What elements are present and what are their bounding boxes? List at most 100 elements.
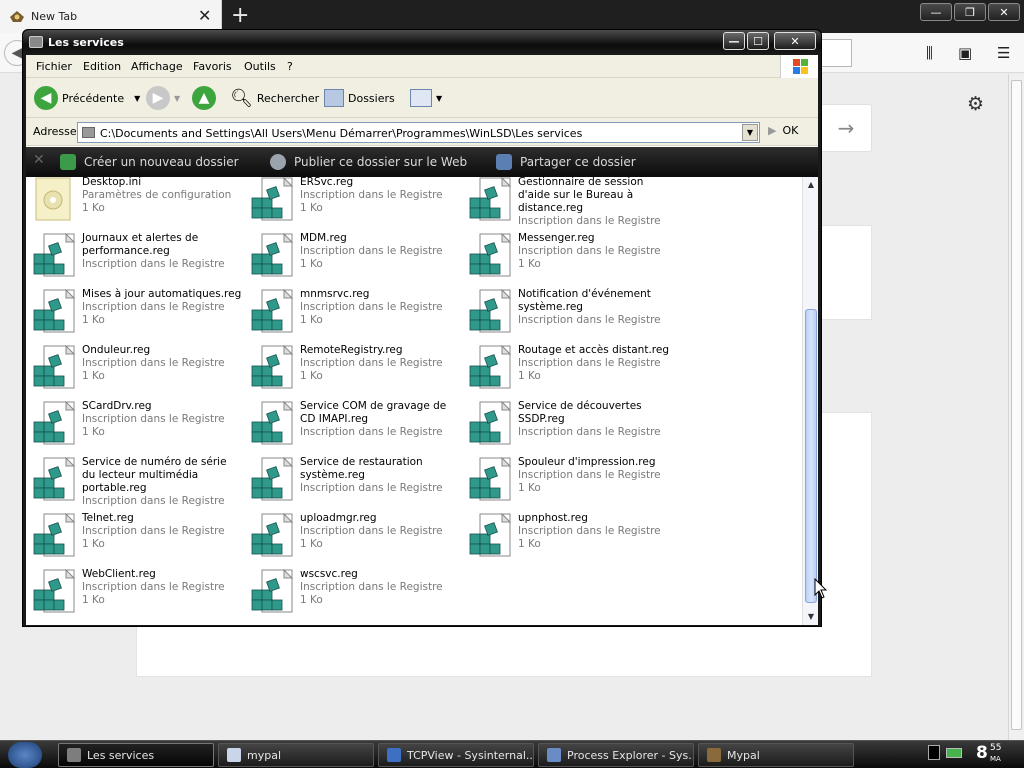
back-button[interactable]: ◀ Précédente ▼ <box>34 86 140 110</box>
file-item[interactable]: Onduleur.reg Inscription dans le Registre… <box>26 341 236 391</box>
file-size: 1 Ko <box>300 538 323 550</box>
gear-icon[interactable]: ⚙ <box>967 93 984 115</box>
views-dropdown-icon[interactable]: ▼ <box>436 94 442 103</box>
address-bar: Adresse C:\Documents and Settings\All Us… <box>26 118 818 146</box>
file-item[interactable]: Gestionnaire de session d'aide sur le Bu… <box>462 177 672 227</box>
file-list-scrollbar[interactable]: ▲ ▼ <box>802 177 818 625</box>
taskbar-item-les-services[interactable]: Les services <box>58 743 214 767</box>
file-name-text: Routage et accès distant.reg <box>518 344 670 356</box>
file-name: SCardDrv.reg Inscription dans le Registre… <box>82 400 242 439</box>
task-new-folder[interactable]: Créer un nouveau dossier <box>60 154 239 170</box>
tray-network-icon[interactable] <box>946 747 962 758</box>
browser-restore-button[interactable]: ❐ <box>954 3 986 21</box>
taskbar-clock[interactable]: 8 55 MA <box>976 743 1001 763</box>
file-name-text: ERSvc.reg <box>300 177 354 188</box>
forward-arrow-icon: ▶ <box>146 86 170 110</box>
file-item[interactable]: Spouleur d'impression.reg Inscription dan… <box>462 453 672 503</box>
taskbar-item-tcpview[interactable]: TCPView - Sysinternal... <box>378 743 534 767</box>
menu-fichier[interactable]: Fichier <box>36 60 72 73</box>
folders-button[interactable]: Dossiers <box>324 86 395 110</box>
minimize-button[interactable]: — <box>723 32 745 50</box>
go-button[interactable]: ▶ OK <box>768 124 798 137</box>
file-item[interactable]: Service de restauration système.reg Inscr… <box>244 453 454 503</box>
address-dropdown-icon[interactable]: ▼ <box>742 124 758 141</box>
menu-help[interactable]: ? <box>287 60 293 73</box>
file-item[interactable]: Service COM de gravage de CD IMAPI.reg In… <box>244 397 454 447</box>
mouse-cursor-icon <box>814 578 828 599</box>
file-name: upnphost.reg Inscription dans le Registre… <box>518 512 678 551</box>
file-item[interactable]: mnmsrvc.reg Inscription dans le Registre 1… <box>244 285 454 335</box>
scroll-up-icon[interactable]: ▲ <box>803 177 819 193</box>
tcpview-icon <box>387 748 401 762</box>
file-item[interactable]: WebClient.reg Inscription dans le Registr… <box>26 565 236 615</box>
taskbar-item-mypal-notepad[interactable]: mypal <box>218 743 374 767</box>
address-input[interactable]: C:\Documents and Settings\All Users\Menu… <box>77 122 760 143</box>
notepad-icon <box>227 748 241 762</box>
browser-close-button[interactable]: ✕ <box>988 3 1020 21</box>
browser-scrollbar[interactable] <box>1008 74 1024 740</box>
file-item[interactable]: upnphost.reg Inscription dans le Registre… <box>462 509 672 559</box>
file-item[interactable]: Journaux et alertes de performance.reg In… <box>26 229 236 279</box>
file-item[interactable]: Routage et accès distant.reg Inscription … <box>462 341 672 391</box>
registry-file-icon <box>466 400 514 448</box>
file-item[interactable]: wscsvc.reg Inscription dans le Registre 1 … <box>244 565 454 615</box>
close-button[interactable]: ✕ <box>774 32 816 50</box>
browser-minimize-button[interactable]: — <box>920 3 952 21</box>
taskbar-item-process-explorer[interactable]: Process Explorer - Sys... <box>538 743 694 767</box>
menu-outils[interactable]: Outils <box>244 60 276 73</box>
close-tasks-icon[interactable]: ✕ <box>33 152 45 168</box>
tab-close-icon[interactable]: ✕ <box>198 6 211 25</box>
task-share-folder[interactable]: Partager ce dossier <box>496 154 636 170</box>
scroll-down-icon[interactable]: ▼ <box>803 609 819 625</box>
file-item[interactable]: Service de numéro de série du lecteur mu… <box>26 453 236 507</box>
file-size: 1 Ko <box>300 202 323 214</box>
file-item[interactable]: Mises à jour automatiques.reg Inscription… <box>26 285 241 335</box>
file-name: Messenger.reg Inscription dans le Registr… <box>518 232 678 271</box>
file-name-text: MDM.reg <box>300 232 347 244</box>
search-go-button[interactable]: → <box>820 104 872 152</box>
file-name: mnmsrvc.reg Inscription dans le Registre 1… <box>300 288 460 327</box>
file-item[interactable]: Desktop.ini Paramètres de configuration 1 … <box>26 177 236 223</box>
new-tab-button[interactable]: + <box>231 3 249 28</box>
file-list-scroll-thumb[interactable] <box>805 309 817 603</box>
taskbar-item-label: Process Explorer - Sys... <box>567 748 694 762</box>
file-item[interactable]: SCardDrv.reg Inscription dans le Registre… <box>26 397 236 447</box>
file-item[interactable]: Notification d'événement système.reg Insc… <box>462 285 672 335</box>
registry-file-icon <box>466 232 514 280</box>
file-size: 1 Ko <box>82 202 105 214</box>
browser-scroll-thumb[interactable] <box>1011 80 1022 730</box>
hamburger-menu-icon[interactable]: ☰ <box>997 44 1010 62</box>
task-publish-web[interactable]: Publier ce dossier sur le Web <box>270 154 467 170</box>
taskbar-item-mypal-browser[interactable]: Mypal <box>698 743 854 767</box>
views-button[interactable]: ▼ <box>410 86 442 110</box>
forward-button[interactable]: ▶ ▼ <box>146 86 180 110</box>
up-button[interactable]: ▲ <box>192 86 216 110</box>
back-dropdown-icon[interactable]: ▼ <box>134 94 140 103</box>
file-item[interactable]: MDM.reg Inscription dans le Registre 1 Ko <box>244 229 454 279</box>
new-folder-icon <box>60 154 76 170</box>
library-icon[interactable]: ⫼ <box>926 44 933 62</box>
file-type: Inscription dans le Registre <box>82 525 225 537</box>
file-item[interactable]: Messenger.reg Inscription dans le Registr… <box>462 229 672 279</box>
window-titlebar[interactable]: Les services — ☐ ✕ <box>23 30 821 55</box>
tray-monitor-icon[interactable] <box>928 745 940 760</box>
file-name: Desktop.ini Paramètres de configuration 1 … <box>82 177 242 215</box>
file-item[interactable]: Telnet.reg Inscription dans le Registre 1 … <box>26 509 236 559</box>
menu-affichage[interactable]: Affichage <box>131 60 183 73</box>
start-button[interactable] <box>8 742 42 768</box>
file-item[interactable]: RemoteRegistry.reg Inscription dans le Re… <box>244 341 454 391</box>
menu-edition[interactable]: Edition <box>83 60 121 73</box>
file-item[interactable]: ERSvc.reg Inscription dans le Registre 1 K… <box>244 177 454 223</box>
file-type: Inscription dans le Registre <box>518 314 661 326</box>
registry-file-icon <box>466 512 514 560</box>
sidebar-icon[interactable]: ▣ <box>958 44 972 62</box>
maximize-button[interactable]: ☐ <box>747 32 769 50</box>
registry-file-icon <box>30 568 78 616</box>
file-item[interactable]: uploadmgr.reg Inscription dans le Registr… <box>244 509 454 559</box>
search-button[interactable]: 🔍︎ Rechercher <box>230 86 319 110</box>
menu-favoris[interactable]: Favoris <box>193 60 232 73</box>
file-item[interactable]: Service de découvertes SSDP.reg Inscripti… <box>462 397 672 447</box>
browser-url-field[interactable] <box>820 39 852 67</box>
forward-dropdown-icon[interactable]: ▼ <box>174 94 180 103</box>
file-size: 1 Ko <box>82 426 105 438</box>
